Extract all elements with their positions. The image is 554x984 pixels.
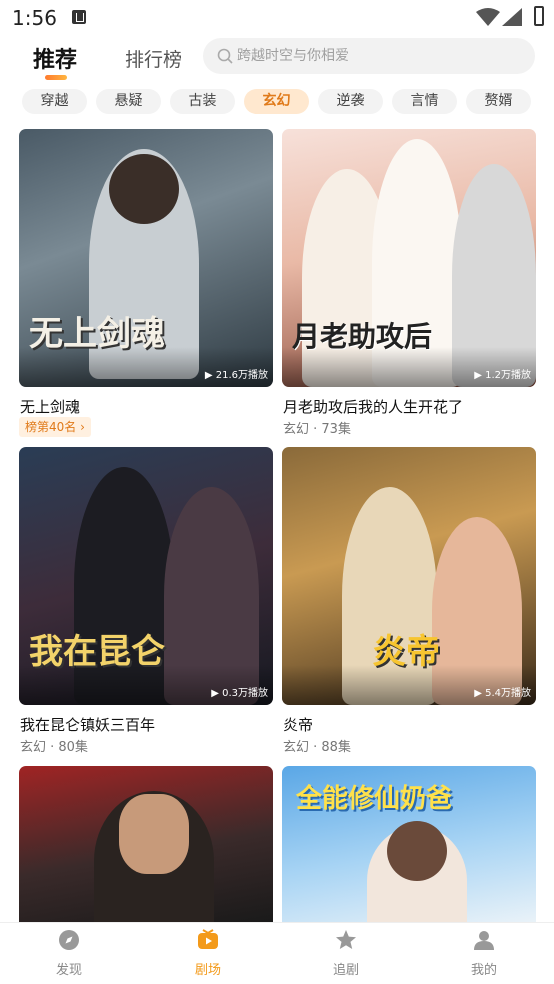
poster-title-art: 全能修仙奶爸 bbox=[296, 784, 453, 814]
tab-active-indicator bbox=[45, 75, 67, 80]
tv-icon bbox=[198, 929, 218, 949]
category-chip-xuanyi[interactable]: 悬疑 bbox=[96, 89, 161, 114]
nav-profile[interactable]: 我的 bbox=[444, 929, 524, 978]
nav-label: 追剧 bbox=[332, 963, 359, 978]
tab-ranking[interactable]: 排行榜 bbox=[125, 45, 182, 72]
drama-card[interactable]: 全能修仙奶爸 bbox=[282, 766, 536, 922]
nav-following[interactable]: 追剧 bbox=[306, 929, 386, 978]
drama-poster[interactable]: 月老助攻后 ▶ 1.2万播放 bbox=[282, 129, 536, 387]
bottom-nav: 发现 剧场 追剧 我的 bbox=[0, 922, 554, 984]
user-icon bbox=[474, 931, 494, 950]
status-time: 1:56 bbox=[12, 6, 57, 30]
nav-label: 剧场 bbox=[194, 963, 221, 978]
drama-card[interactable]: 无上剑魂 ▶ 21.6万播放 无上剑魂 榜第40名 › bbox=[19, 129, 273, 437]
search-input[interactable] bbox=[237, 45, 517, 67]
drama-meta: 玄幻 · 80集 bbox=[20, 740, 88, 755]
drama-card[interactable]: 月老助攻后 ▶ 1.2万播放 月老助攻后我的人生开花了 玄幻 · 73集 bbox=[282, 129, 536, 437]
nav-label: 我的 bbox=[470, 963, 497, 978]
category-chips: 穿越 悬疑 古装 玄幻 逆袭 言情 赘婿 bbox=[22, 89, 542, 115]
category-chip-chuanyue[interactable]: 穿越 bbox=[22, 89, 87, 114]
drama-card[interactable]: 我在昆仑 ▶ 0.3万播放 我在昆仑镇妖三百年 玄幻 · 80集 bbox=[19, 447, 273, 755]
drama-title[interactable]: 我在昆仑镇妖三百年 bbox=[20, 714, 155, 735]
battery-icon bbox=[534, 6, 544, 26]
drama-poster[interactable]: 无上剑魂 ▶ 21.6万播放 bbox=[19, 129, 273, 387]
drama-poster[interactable]: 我在昆仑 ▶ 0.3万播放 bbox=[19, 447, 273, 705]
poster-title-art: 炎帝 bbox=[372, 632, 440, 672]
drama-meta: 玄幻 · 88集 bbox=[283, 740, 351, 755]
drama-poster[interactable]: 炎帝 ▶ 5.4万播放 bbox=[282, 447, 536, 705]
play-count: ▶ 21.6万播放 bbox=[204, 370, 268, 381]
search-bar[interactable] bbox=[203, 38, 535, 74]
drama-card[interactable]: 炎帝 ▶ 5.4万播放 炎帝 玄幻 · 88集 bbox=[282, 447, 536, 755]
drama-poster[interactable] bbox=[19, 766, 273, 922]
top-nav: 推荐 排行榜 bbox=[0, 38, 554, 80]
poster-title-art: 月老助攻后 bbox=[292, 320, 433, 353]
play-count: ▶ 0.3万播放 bbox=[211, 688, 268, 699]
notification-icon bbox=[72, 10, 86, 24]
poster-title-art: 我在昆仑 bbox=[29, 632, 165, 672]
play-count: ▶ 1.2万播放 bbox=[474, 370, 531, 381]
category-chip-zhuixu[interactable]: 赘婿 bbox=[466, 89, 531, 114]
category-chip-xuanhuan[interactable]: 玄幻 bbox=[244, 89, 309, 114]
tab-recommend[interactable]: 推荐 bbox=[33, 42, 78, 80]
drama-title[interactable]: 炎帝 bbox=[283, 714, 313, 735]
category-chip-nixi[interactable]: 逆袭 bbox=[318, 89, 383, 114]
wifi-icon bbox=[476, 8, 500, 26]
status-bar: 1:56 bbox=[0, 0, 554, 38]
play-count: ▶ 5.4万播放 bbox=[474, 688, 531, 699]
nav-label: 发现 bbox=[55, 963, 82, 978]
drama-title[interactable]: 月老助攻后我的人生开花了 bbox=[283, 396, 463, 417]
drama-meta: 玄幻 · 73集 bbox=[283, 422, 351, 437]
search-icon bbox=[217, 48, 233, 64]
tab-recommend-label: 推荐 bbox=[33, 48, 78, 73]
drama-poster[interactable]: 全能修仙奶爸 bbox=[282, 766, 536, 922]
drama-title[interactable]: 无上剑魂 bbox=[20, 396, 80, 417]
poster-title-art: 无上剑魂 bbox=[29, 314, 165, 354]
drama-card[interactable] bbox=[19, 766, 273, 922]
nav-discover[interactable]: 发现 bbox=[29, 929, 109, 978]
star-icon bbox=[336, 930, 356, 949]
signal-icon bbox=[502, 8, 522, 26]
compass-icon bbox=[59, 930, 79, 950]
nav-theater[interactable]: 剧场 bbox=[168, 929, 248, 978]
category-chip-yanqing[interactable]: 言情 bbox=[392, 89, 457, 114]
category-chip-guzhuang[interactable]: 古装 bbox=[170, 89, 235, 114]
rank-badge[interactable]: 榜第40名 › bbox=[19, 417, 91, 437]
